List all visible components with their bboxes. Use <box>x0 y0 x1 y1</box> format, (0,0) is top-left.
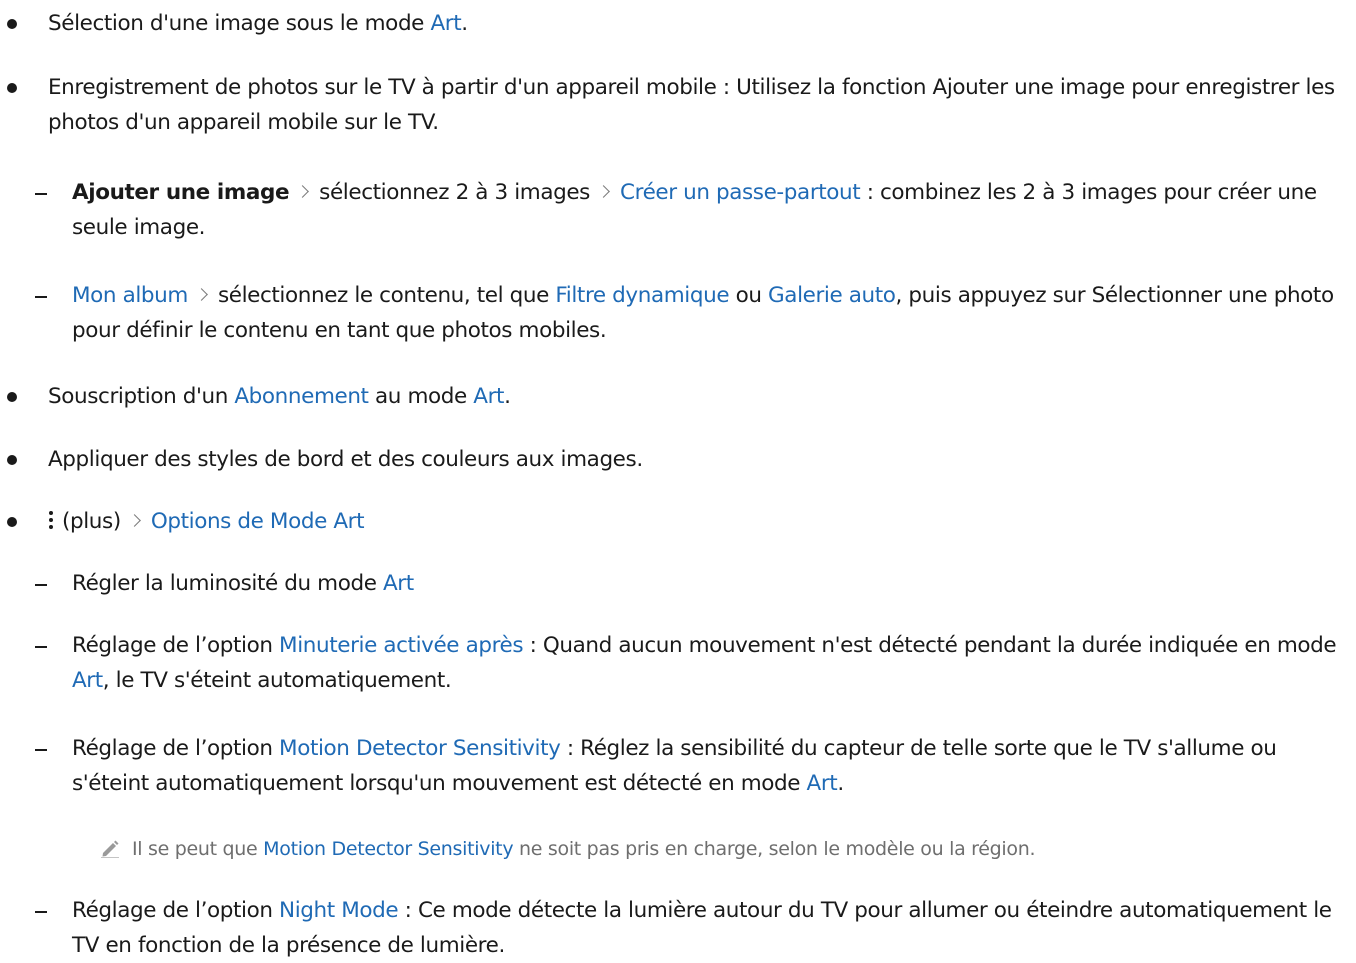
motion-sensitivity-term: Motion Detector Sensitivity <box>279 736 561 761</box>
item-text: Réglage de l’option <box>72 736 280 761</box>
dynamic-filter-term: Filtre dynamique <box>555 283 730 308</box>
note-text: Il se peut que <box>132 838 264 860</box>
dash-marker <box>35 749 47 751</box>
item-text: . <box>837 771 844 796</box>
manual-page: Sélection d'une image sous le mode Art. … <box>0 0 1356 963</box>
art-mode-term: Art <box>72 668 103 693</box>
item-text: Réglage de l’option <box>72 633 280 658</box>
item-text: . <box>461 11 468 36</box>
art-mode-term: Art <box>430 11 462 36</box>
bullet-marker <box>7 517 17 527</box>
item-text: . <box>504 384 511 409</box>
passe-partout-term: Créer un passe-partout <box>619 180 861 205</box>
note: Il se peut que Motion Detector Sensitivi… <box>100 834 1340 864</box>
dash-marker <box>35 584 47 586</box>
sub-item-add-image: Ajouter une image sélectionnez 2 à 3 imag… <box>72 175 1352 245</box>
dash-marker <box>35 646 47 648</box>
list-item-subscription: Souscription d'un Abonnement au mode Art… <box>48 379 1338 414</box>
my-album-term: Mon album <box>72 283 188 308</box>
item-text: sélectionnez le contenu, tel que <box>217 283 556 308</box>
chevron-right-icon <box>296 185 310 198</box>
list-item-save-photos: Enregistrement de photos sur le TV à par… <box>48 70 1338 140</box>
item-text: (plus) <box>62 509 121 534</box>
auto-gallery-term: Galerie auto <box>768 283 896 308</box>
list-item-art-options: (plus) Options de Mode Art <box>36 504 1326 539</box>
item-text: au mode <box>368 384 474 409</box>
dash-marker <box>35 193 47 195</box>
sub-item-night-mode: Réglage de l’option Night Mode : Ce mode… <box>72 893 1352 963</box>
item-text: Réglage de l’option <box>72 898 280 923</box>
item-text: ou <box>729 283 769 308</box>
subscription-term: Abonnement <box>234 384 369 409</box>
sub-item-motion-sensitivity: Réglage de l’option Motion Detector Sens… <box>72 731 1352 801</box>
bullet-marker <box>7 83 17 93</box>
art-mode-term: Art <box>806 771 838 796</box>
item-text: sélectionnez 2 à 3 images <box>319 180 590 205</box>
bullet-marker <box>7 19 17 29</box>
bullet-marker <box>7 392 17 402</box>
night-mode-term: Night Mode <box>279 898 399 923</box>
item-text: Souscription d'un <box>48 384 235 409</box>
dash-marker <box>35 296 47 298</box>
note-text: ne soit pas pris en charge, selon le mod… <box>513 838 1036 860</box>
add-image-term: Ajouter une image <box>72 180 290 205</box>
item-text: Régler la luminosité du mode <box>72 571 383 596</box>
chevron-right-icon <box>127 514 141 527</box>
item-text: , le TV s'éteint automatiquement. <box>102 668 452 693</box>
chevron-right-icon <box>597 185 610 198</box>
sub-item-sleep-timer: Réglage de l’option Minuterie activée ap… <box>72 628 1352 698</box>
sub-item-my-album: Mon album sélectionnez le contenu, tel qu… <box>72 278 1352 348</box>
item-text: Enregistrement de photos sur le TV à par… <box>48 75 1335 135</box>
art-mode-options-term: Options de Mode Art <box>150 509 365 534</box>
list-item-select-image: Sélection d'une image sous le mode Art. <box>48 6 1338 41</box>
item-text: : Quand aucun mouvement n'est détecté pe… <box>523 633 1337 658</box>
chevron-right-icon <box>195 288 208 301</box>
sleep-timer-term: Minuterie activée après <box>279 633 524 658</box>
list-item-border-styles: Appliquer des styles de bord et des coul… <box>48 442 1338 477</box>
sub-item-brightness: Régler la luminosité du mode Art <box>72 566 1352 601</box>
item-text: Sélection d'une image sous le mode <box>48 11 431 36</box>
art-mode-term: Art <box>382 571 414 596</box>
kebab-menu-icon <box>48 509 54 531</box>
item-text: Appliquer des styles de bord et des coul… <box>48 447 643 472</box>
bullet-marker <box>7 455 17 465</box>
art-mode-term: Art <box>473 384 505 409</box>
pencil-note-icon <box>101 840 119 858</box>
dash-marker <box>35 911 47 913</box>
motion-sensitivity-term: Motion Detector Sensitivity <box>263 838 514 860</box>
